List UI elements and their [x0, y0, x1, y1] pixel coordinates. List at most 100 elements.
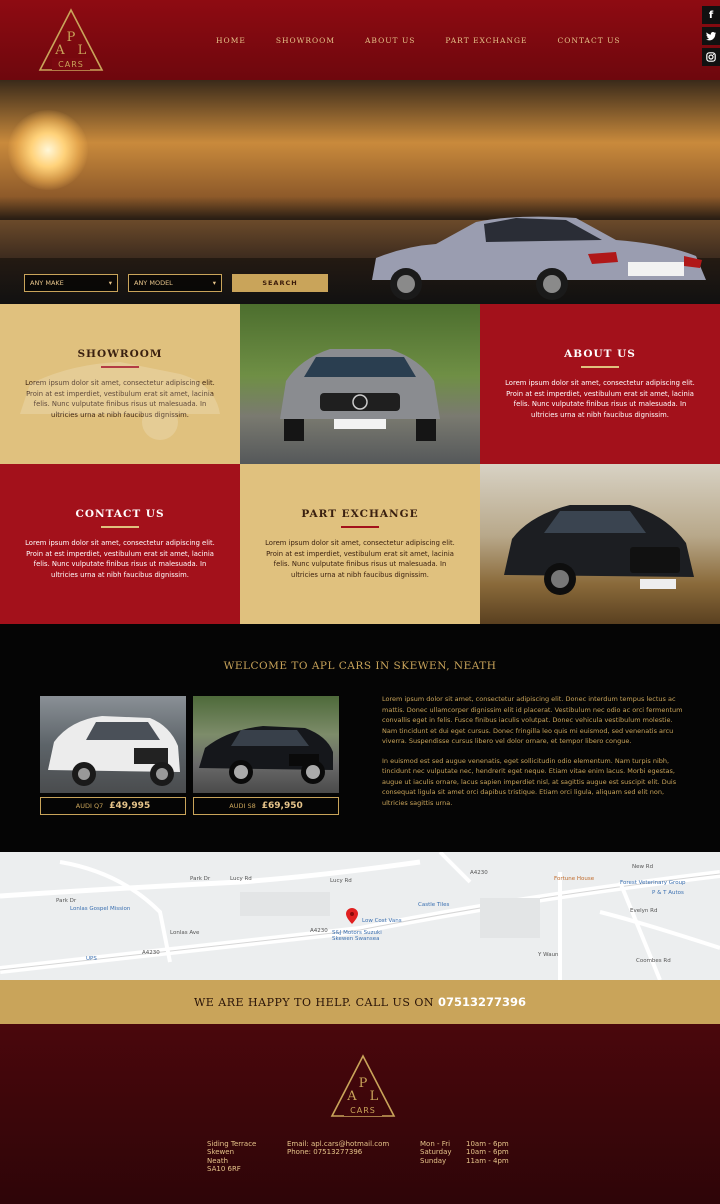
about-us-tile[interactable]: ABOUT US Lorem ipsum dolor sit amet, con…: [480, 304, 720, 464]
map-pin-icon[interactable]: [346, 908, 358, 924]
facebook-icon[interactable]: f: [702, 6, 720, 24]
showroom-tile[interactable]: SHOWROOM Lorem ipsum dolor sit amet, con…: [0, 304, 240, 464]
vehicle-search-bar: ANY MAKE ▾ ANY MODEL ▾ SEARCH: [24, 274, 328, 292]
map-label: New Rd: [632, 864, 654, 870]
map-label: Coombes Rd: [636, 958, 671, 964]
apl-cars-logo[interactable]: P A L CARS: [38, 8, 104, 72]
address-line: SA10 6RF: [207, 1164, 241, 1173]
map-label: Fortune House: [554, 876, 595, 882]
site-footer: P A L CARS Siding Terrace Skewen Neath S…: [0, 1024, 720, 1204]
address-line: Neath: [207, 1156, 229, 1165]
map-label: Park Dr: [56, 898, 77, 904]
hours-day: Saturday: [420, 1148, 452, 1157]
part-exchange-title: PART EXCHANGE: [301, 508, 419, 520]
map-label: Castle Tiles: [418, 902, 450, 908]
instagram-icon[interactable]: [702, 48, 720, 66]
opening-hours: Mon - Fri 10am - 6pm Saturday 10am - 6pm…: [420, 1140, 526, 1165]
svg-text:L: L: [370, 1089, 379, 1104]
location-map[interactable]: Park Dr Lucy Rd Lucy Rd Park Dr Lonlas G…: [0, 852, 720, 980]
map-label: A4230: [142, 950, 160, 956]
map-label: UPS: [86, 956, 97, 962]
chevron-down-icon: ▾: [108, 279, 112, 287]
car-price: £49,995: [109, 801, 151, 811]
hero-banner: ANY MAKE ▾ ANY MODEL ▾ SEARCH: [0, 80, 720, 304]
sunset-sun: [8, 110, 88, 190]
main-nav: HOME SHOWROOM ABOUT US PART EXCHANGE CON…: [216, 36, 651, 45]
feature-grid: SHOWROOM Lorem ipsum dolor sit amet, con…: [0, 304, 720, 624]
mercedes-car-image: [280, 349, 440, 441]
map-label: Forest Veterinary Group: [620, 880, 686, 886]
make-select[interactable]: ANY MAKE ▾: [24, 274, 118, 292]
svg-text:CARS: CARS: [58, 60, 84, 69]
car-card-audi-s8[interactable]: AUDI S8 £69,950: [193, 696, 339, 815]
address-line: Skewen: [207, 1148, 235, 1157]
map-label: Lucy Rd: [230, 876, 252, 882]
nav-contact-us[interactable]: CONTACT US: [558, 36, 621, 45]
hours-day: Sunday: [420, 1156, 447, 1165]
audi-car-image: [504, 505, 694, 595]
cta-text: WE ARE HAPPY TO HELP. CALL US ON: [193, 995, 434, 1009]
car-card-audi-q7[interactable]: AUDI Q7 £49,995: [40, 696, 186, 815]
footer-email[interactable]: Email: apl.cars@hotmail.com: [287, 1140, 389, 1148]
audi-s8-image: [199, 726, 333, 784]
welcome-copy: Lorem ipsum dolor sit amet, consectetur …: [382, 694, 684, 817]
map-label: Park Dr: [190, 876, 211, 882]
map-label: Lonlas Ave: [170, 930, 200, 936]
footer-apl-cars-logo[interactable]: P A L CARS: [330, 1054, 396, 1118]
car-model: AUDI Q7: [75, 802, 104, 810]
audi-q7-image: [48, 716, 180, 786]
social-links: f: [702, 6, 720, 66]
call-to-action-bar: WE ARE HAPPY TO HELP. CALL US ON 0751327…: [0, 980, 720, 1024]
title-divider: [341, 526, 379, 528]
welcome-heading: WELCOME TO APL CARS IN SKEWEN, NEATH: [223, 660, 497, 672]
nav-part-exchange[interactable]: PART EXCHANGE: [445, 36, 527, 45]
contact-us-text: Lorem ipsum dolor sit amet, consectetur …: [25, 539, 215, 579]
car-model: AUDI S8: [229, 802, 256, 810]
hero-car-image: [372, 216, 706, 300]
map-roads: [0, 852, 720, 980]
contact-us-tile[interactable]: CONTACT US Lorem ipsum dolor sit amet, c…: [0, 464, 240, 624]
map-label: Evelyn Rd: [630, 908, 658, 914]
map-label: Y Waun: [538, 952, 559, 958]
search-button[interactable]: SEARCH: [232, 274, 328, 292]
model-select[interactable]: ANY MODEL ▾: [128, 274, 222, 292]
map-label: A4230: [310, 928, 328, 934]
contact-us-title: CONTACT US: [75, 508, 165, 520]
hours-time: 10am - 6pm: [466, 1148, 509, 1157]
hours-time: 10am - 6pm: [466, 1140, 509, 1148]
part-exchange-text: Lorem ipsum dolor sit amet, consectetur …: [265, 539, 455, 579]
model-select-value: ANY MODEL: [134, 279, 173, 287]
footer-contact: Email: apl.cars@hotmail.com Phone: 07513…: [287, 1140, 389, 1157]
welcome-paragraph-1: Lorem ipsum dolor sit amet, consectetur …: [382, 695, 683, 745]
audi-photo-tile: [480, 464, 720, 624]
twitter-icon[interactable]: [702, 27, 720, 45]
ghost-car-image: [20, 362, 220, 440]
map-label: S&J Motors Suzuki Skewen Swansea: [332, 930, 382, 942]
mercedes-photo-tile: [240, 304, 480, 464]
welcome-paragraph-2: In euismod est sed augue venenatis, eget…: [382, 756, 677, 807]
svg-text:A: A: [54, 43, 65, 58]
svg-text:A: A: [346, 1089, 357, 1104]
part-exchange-tile[interactable]: PART EXCHANGE Lorem ipsum dolor sit amet…: [240, 464, 480, 624]
nav-about-us[interactable]: ABOUT US: [365, 36, 415, 45]
about-us-title: ABOUT US: [564, 348, 636, 360]
make-select-value: ANY MAKE: [30, 279, 64, 287]
svg-text:CARS: CARS: [350, 1106, 376, 1115]
nav-showroom[interactable]: SHOWROOM: [276, 36, 335, 45]
address-line: Siding Terrace: [207, 1140, 257, 1148]
svg-text:L: L: [78, 43, 87, 58]
map-label: Lucy Rd: [330, 878, 352, 884]
cta-phone-link[interactable]: 07513277396: [438, 995, 526, 1009]
svg-text:P: P: [67, 30, 76, 45]
hours-day: Mon - Fri: [420, 1140, 451, 1148]
price-tag: AUDI Q7 £49,995: [40, 797, 186, 815]
hours-time: 11am - 4pm: [466, 1156, 509, 1165]
footer-address: Siding Terrace Skewen Neath SA10 6RF: [207, 1140, 256, 1173]
welcome-section: WELCOME TO APL CARS IN SKEWEN, NEATH AUD…: [0, 624, 720, 852]
title-divider: [581, 366, 619, 368]
title-divider: [101, 526, 139, 528]
map-label: Lonlas Gospel Mission: [70, 906, 131, 912]
nav-home[interactable]: HOME: [216, 36, 246, 45]
footer-phone[interactable]: Phone: 07513277396: [287, 1148, 389, 1156]
chevron-down-icon: ▾: [212, 279, 216, 287]
